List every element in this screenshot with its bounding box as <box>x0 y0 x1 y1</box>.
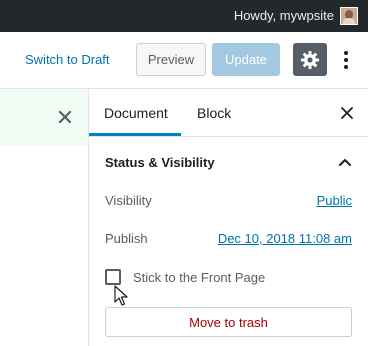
chevron-up-icon[interactable] <box>338 155 352 169</box>
switch-to-draft-button[interactable]: Switch to Draft <box>25 52 110 67</box>
panel-title[interactable]: Status & Visibility <box>105 155 215 170</box>
active-tab-indicator <box>89 133 181 136</box>
tab-document[interactable]: Document <box>104 105 168 121</box>
update-button[interactable]: Update <box>212 43 280 76</box>
avatar[interactable] <box>340 7 358 25</box>
publish-label: Publish <box>105 231 148 246</box>
close-icon[interactable] <box>339 105 355 121</box>
close-icon[interactable] <box>56 108 74 126</box>
sidebar-tabs: Document Block <box>89 89 368 137</box>
more-vertical-icon <box>344 50 348 55</box>
editor-notice-strip <box>0 89 89 145</box>
account-greeting[interactable]: Howdy, mywpsite <box>234 8 334 23</box>
editor-header: Switch to Draft Preview Update <box>0 32 368 89</box>
more-options-button[interactable] <box>338 43 354 76</box>
visibility-label: Visibility <box>105 193 152 208</box>
gear-icon <box>301 50 319 69</box>
sticky-checkbox[interactable] <box>105 269 121 285</box>
visibility-link[interactable]: Public <box>317 193 352 208</box>
mouse-cursor-icon <box>114 285 128 306</box>
admin-bar: Howdy, mywpsite <box>0 0 368 32</box>
preview-button[interactable]: Preview <box>136 43 206 76</box>
publish-date-link[interactable]: Dec 10, 2018 11:08 am <box>218 231 352 246</box>
move-to-trash-button[interactable]: Move to trash <box>105 307 352 337</box>
sticky-checkbox-label[interactable]: Stick to the Front Page <box>133 270 265 285</box>
tab-block[interactable]: Block <box>197 105 231 121</box>
settings-button[interactable] <box>293 43 327 76</box>
